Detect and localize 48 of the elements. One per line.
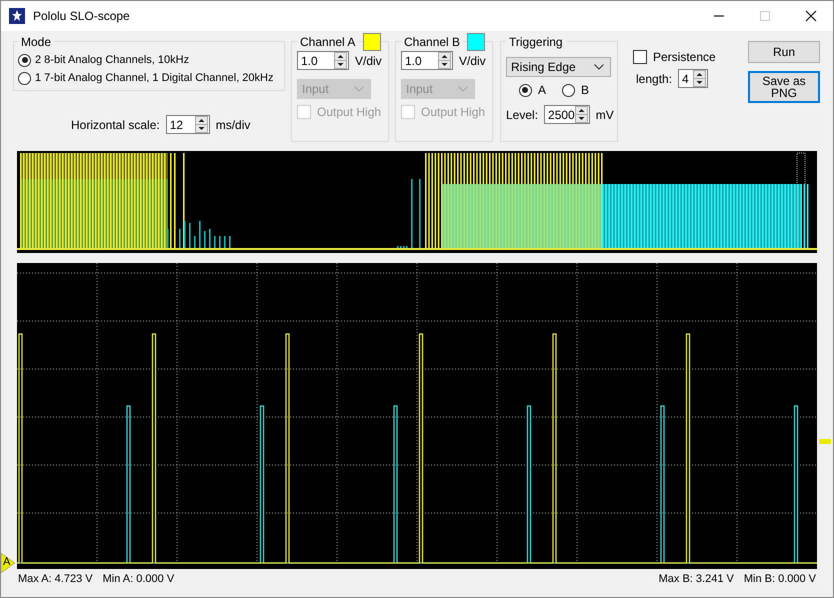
channel-color-swatch[interactable]	[363, 33, 381, 51]
close-icon[interactable]	[805, 10, 817, 22]
trigger-marker-label: A	[3, 555, 10, 569]
checkbox-label[interactable]: Persistence	[653, 50, 716, 64]
number-field[interactable]: 12	[166, 115, 210, 134]
radio-label[interactable]: 1 7-bit Analog Channel, 1 Digital Channel, 20kHz	[35, 72, 274, 84]
spin-arrows-icon[interactable]	[438, 52, 451, 69]
level-marker-icon	[819, 439, 831, 444]
spin-arrows-icon[interactable]	[574, 106, 588, 123]
radio-label[interactable]: A	[538, 83, 546, 97]
group-title: Triggering	[506, 35, 566, 49]
radio-button[interactable]	[562, 84, 575, 96]
group-title: Mode	[18, 35, 54, 49]
unit-label: V/div	[459, 54, 486, 68]
checkbox[interactable]	[633, 50, 647, 64]
number-field[interactable]: 1.0	[401, 51, 453, 70]
status-text: Max B: 3.241 V	[658, 573, 734, 585]
channel-color-swatch[interactable]	[467, 33, 485, 51]
radio-label[interactable]: 2 8-bit Analog Channels, 10kHz	[35, 54, 190, 66]
chevron-icon	[354, 86, 364, 92]
group-title: Channel A	[297, 35, 358, 49]
spin-arrows-icon[interactable]	[334, 52, 347, 69]
push-button[interactable]: Save as PNG	[748, 71, 820, 103]
status-text: Min B: 0.000 V	[744, 573, 816, 585]
radio-label[interactable]: B	[581, 83, 590, 97]
status-text: Min A: 0.000 V	[102, 573, 174, 585]
field-label: Level:	[506, 108, 538, 122]
number-field[interactable]: 4	[678, 69, 708, 88]
group-title: Channel B	[401, 35, 464, 49]
radio-button[interactable]	[18, 54, 31, 66]
spin-arrows-icon[interactable]	[693, 70, 706, 87]
dropdown[interactable]: Rising Edge	[506, 57, 611, 77]
chevron-icon	[458, 86, 468, 92]
number-field[interactable]: 1.0	[297, 51, 349, 70]
field-label: Horizontal scale:	[71, 118, 160, 132]
unit-label: mV	[596, 108, 614, 122]
app-logo-icon	[9, 8, 25, 24]
unit-label: V/div	[355, 54, 382, 68]
field-label: length:	[636, 72, 672, 86]
radio-button[interactable]	[518, 84, 532, 96]
number-field[interactable]: 2500	[544, 105, 590, 124]
status-text: Max A: 4.723 V	[18, 573, 93, 585]
radio-button[interactable]	[18, 72, 31, 84]
unit-label: ms/div	[216, 118, 250, 132]
window-title: Pololu SLO-scope	[33, 9, 130, 23]
spin-arrows-icon[interactable]	[194, 116, 208, 133]
push-button[interactable]: Run	[748, 41, 820, 63]
chevron-icon	[594, 64, 604, 70]
